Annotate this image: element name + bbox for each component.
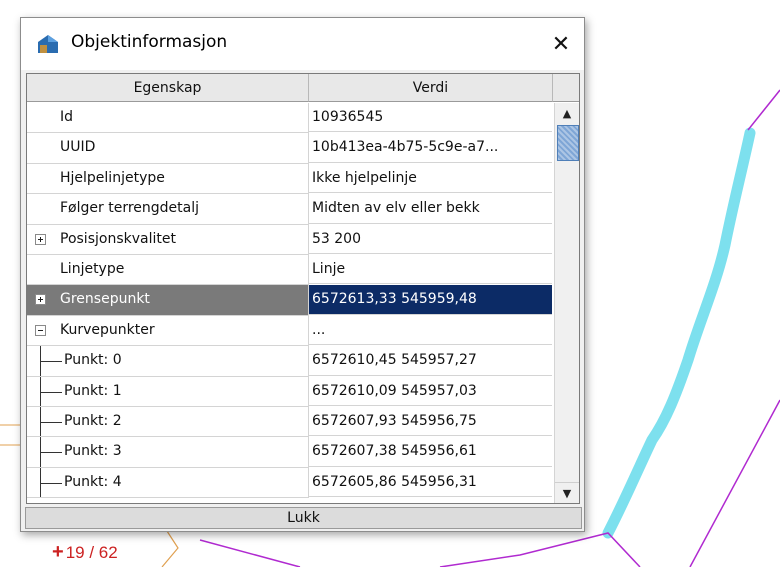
grid-header: Egenskap Verdi: [27, 74, 579, 102]
property-cell[interactable]: UUID: [27, 133, 309, 164]
property-label: Følger terrengdetalj: [60, 200, 199, 217]
tree-branch-icon: [40, 482, 62, 484]
property-cell[interactable]: Punkt: 2: [27, 406, 309, 438]
property-label: Hjelpelinjetype: [60, 169, 165, 186]
column-header-value[interactable]: Verdi: [309, 74, 553, 102]
vertical-scrollbar[interactable]: ▲ ▼: [554, 103, 579, 503]
river-line: [602, 127, 756, 539]
map-label-text: 19 / 62: [65, 543, 118, 562]
value-cell[interactable]: 10b413ea-4b75-5c9e-a7...: [309, 133, 552, 163]
tree-branch-icon: [40, 361, 62, 363]
map-marker: +: [52, 541, 64, 563]
object-info-dialog: Objektinformasjon ✕ Egenskap Verdi Id 109…: [20, 17, 585, 532]
expand-plus-icon[interactable]: [35, 294, 46, 306]
house-icon: [38, 35, 58, 53]
boundary-line: [689, 399, 780, 567]
table-row[interactable]: Følger terrengdetalj Midten av elv eller …: [27, 194, 552, 225]
value-cell[interactable]: 6572613,33 545959,48: [309, 285, 552, 315]
value-cell[interactable]: 53 200: [309, 225, 552, 254]
property-cell[interactable]: Punkt: 1: [27, 376, 309, 407]
table-row[interactable]: Punkt: 2 6572607,93 545956,75: [27, 406, 552, 438]
close-dialog-button[interactable]: Lukk: [25, 507, 582, 529]
tree-branch-icon: [40, 391, 62, 393]
tree-branch-icon: [40, 421, 62, 423]
property-label: Punkt: 3: [64, 443, 122, 460]
property-label: Posisjonskvalitet: [60, 230, 176, 247]
boundary-line: [199, 539, 301, 567]
property-cell[interactable]: Grensepunkt: [27, 285, 309, 316]
value-cell[interactable]: 10936545: [309, 103, 552, 133]
table-row[interactable]: Grensepunkt 6572613,33 545959,48: [27, 285, 552, 316]
scroll-down-arrow-icon[interactable]: ▼: [555, 482, 579, 503]
title-bar: Objektinformasjon ✕: [21, 18, 584, 70]
window-title: Objektinformasjon: [71, 32, 228, 52]
property-cell[interactable]: Linjetype: [27, 254, 309, 286]
property-cell[interactable]: Posisjonskvalitet: [27, 224, 309, 255]
column-header-property[interactable]: Egenskap: [27, 74, 309, 102]
close-button[interactable]: ✕: [538, 18, 584, 70]
value-cell[interactable]: Midten av elv eller bekk: [309, 194, 552, 224]
property-label: Linjetype: [60, 260, 125, 277]
column-header-spacer: [553, 74, 579, 102]
boundary-line: [747, 89, 780, 131]
table-row[interactable]: Punkt: 3 6572607,38 545956,61: [27, 437, 552, 468]
table-row[interactable]: Linjetype Linje: [27, 254, 552, 286]
property-cell[interactable]: Id: [27, 103, 309, 134]
property-label: Punkt: 4: [64, 473, 122, 490]
value-cell[interactable]: 6572610,09 545957,03: [309, 377, 552, 406]
property-label: Punkt: 2: [64, 412, 122, 429]
expand-plus-icon[interactable]: [35, 233, 46, 245]
table-row[interactable]: Hjelpelinjetype Ikke hjelpelinje: [27, 163, 552, 195]
value-cell[interactable]: 6572610,45 545957,27: [309, 346, 552, 376]
table-row[interactable]: UUID 10b413ea-4b75-5c9e-a7...: [27, 133, 552, 164]
table-row[interactable]: Id 10936545: [27, 103, 552, 134]
property-cell[interactable]: Punkt: 4: [27, 467, 309, 499]
table-row[interactable]: Punkt: 0 6572610,45 545957,27: [27, 346, 552, 377]
property-cell[interactable]: Punkt: 0: [27, 346, 309, 377]
value-cell[interactable]: Ikke hjelpelinje: [309, 164, 552, 194]
property-cell[interactable]: Punkt: 3: [27, 437, 309, 468]
scroll-up-arrow-icon[interactable]: ▲: [555, 103, 579, 123]
property-label: Punkt: 1: [64, 382, 122, 399]
value-cell[interactable]: Linje: [309, 255, 552, 285]
boundary-line: [0, 424, 22, 446]
property-label: UUID: [60, 139, 96, 156]
value-cell[interactable]: 6572607,93 545956,75: [309, 407, 552, 437]
table-row[interactable]: Posisjonskvalitet 53 200: [27, 224, 552, 255]
value-cell[interactable]: 6572607,38 545956,61: [309, 437, 552, 467]
property-cell[interactable]: Hjelpelinjetype: [27, 163, 309, 195]
property-label: Grensepunkt: [60, 291, 150, 308]
table-row[interactable]: Punkt: 4 6572605,86 545956,31: [27, 467, 552, 499]
property-label: Kurvepunkter: [60, 321, 155, 338]
value-cell[interactable]: ...: [309, 316, 552, 346]
table-row[interactable]: Kurvepunkter...: [27, 315, 552, 347]
collapse-minus-icon[interactable]: [35, 324, 46, 336]
table-row[interactable]: Punkt: 1 6572610,09 545957,03: [27, 376, 552, 407]
property-cell[interactable]: Kurvepunkter: [27, 315, 309, 347]
value-cell[interactable]: 6572605,86 545956,31: [309, 468, 552, 498]
scrollbar-thumb[interactable]: [557, 125, 579, 161]
grid-rows: Id 10936545 UUID 10b413ea-4b75-5c9e-a7... Hj…: [27, 103, 552, 503]
tree-branch-icon: [40, 452, 62, 454]
property-cell[interactable]: Følger terrengdetalj: [27, 194, 309, 225]
boundary-line: [161, 527, 179, 567]
property-label: Punkt: 0: [64, 352, 122, 369]
property-grid: Egenskap Verdi Id 10936545 UUID 10b413ea-4b…: [26, 73, 580, 504]
map-label: +19 / 62: [52, 541, 118, 564]
property-label: Id: [60, 109, 74, 125]
